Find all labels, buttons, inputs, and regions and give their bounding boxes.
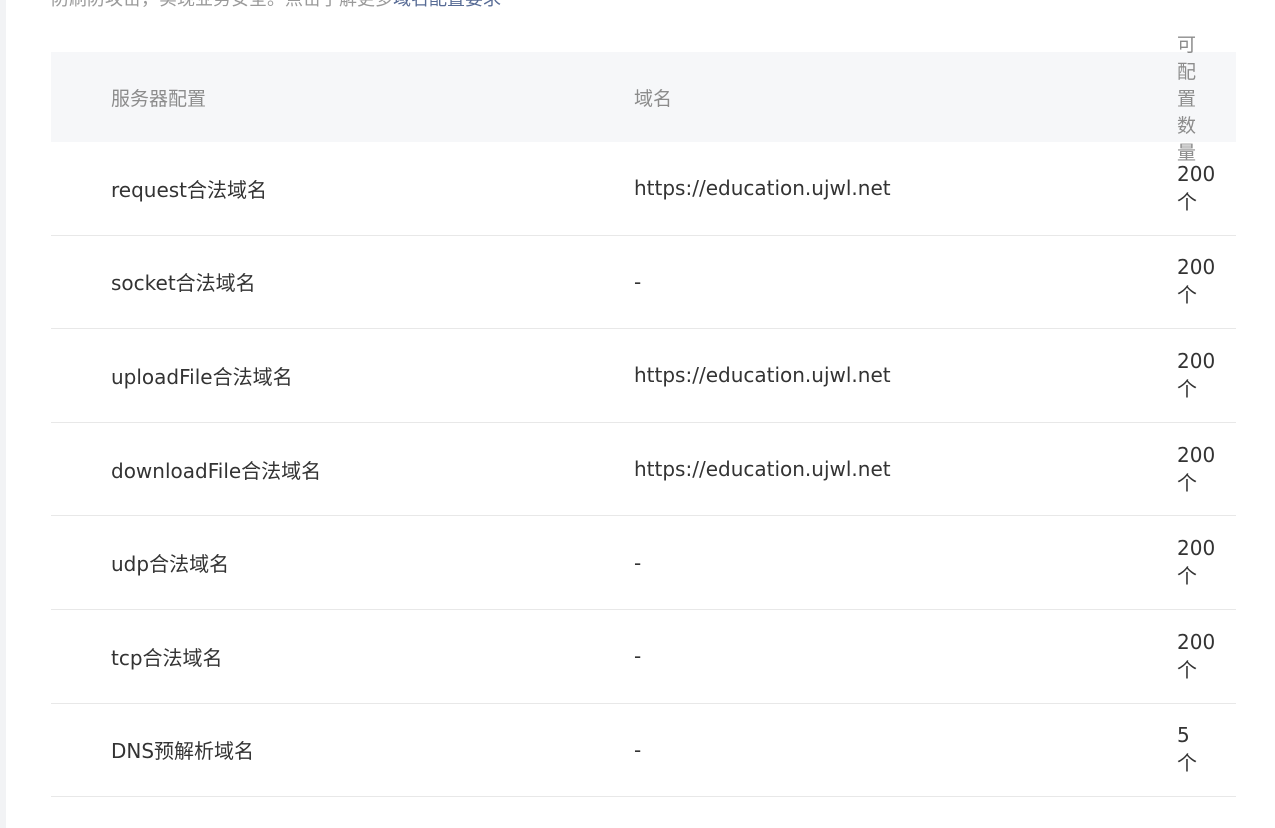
row-config: tcp合法域名 bbox=[111, 645, 223, 670]
header-domain: 域名 bbox=[634, 87, 673, 110]
table-row: socket合法域名 - 200个 bbox=[51, 236, 1236, 330]
row-quota: 200个 bbox=[1177, 536, 1216, 589]
row-domain: - bbox=[634, 737, 642, 762]
row-quota: 200个 bbox=[1177, 442, 1216, 495]
row-config: DNS预解析域名 bbox=[111, 739, 255, 764]
table-row: request合法域名 https://education.ujwl.net 2… bbox=[51, 142, 1236, 236]
header-quota: 可配置数量 bbox=[1177, 33, 1197, 164]
row-quota: 200个 bbox=[1177, 255, 1216, 308]
table-row: downloadFile合法域名 https://education.ujwl.… bbox=[51, 423, 1236, 517]
row-quota: 200个 bbox=[1177, 629, 1216, 682]
row-config: uploadFile合法域名 bbox=[111, 364, 293, 389]
table-row: tcp合法域名 - 200个 bbox=[51, 610, 1236, 704]
domain-requirements-link[interactable]: 域名配置要求 bbox=[393, 0, 501, 10]
row-domain: - bbox=[634, 644, 642, 669]
row-config: downloadFile合法域名 bbox=[111, 458, 322, 483]
row-domain: - bbox=[634, 269, 642, 294]
row-config: udp合法域名 bbox=[111, 552, 230, 577]
server-config-table: 服务器配置 域名 可配置数量 request合法域名 https://educa… bbox=[51, 34, 1236, 798]
table-row: udp合法域名 - 200个 bbox=[51, 516, 1236, 610]
row-domain: https://education.ujwl.net bbox=[634, 457, 891, 482]
table-row: DNS预解析域名 - 5个 bbox=[51, 704, 1236, 798]
table-row: uploadFile合法域名 https://education.ujwl.ne… bbox=[51, 329, 1236, 423]
intro-text: 防刷防攻击，实现业务安全。点击了解更多域名配置要求 bbox=[51, 0, 1231, 12]
server-domain-panel: 防刷防攻击，实现业务安全。点击了解更多域名配置要求 服务器配置 域名 可配置数量… bbox=[6, 0, 1275, 828]
row-quota: 200个 bbox=[1177, 161, 1216, 214]
row-domain: https://education.ujwl.net bbox=[634, 363, 891, 388]
header-config: 服务器配置 bbox=[111, 87, 207, 110]
row-config: socket合法域名 bbox=[111, 271, 256, 296]
row-quota: 5个 bbox=[1177, 723, 1197, 776]
row-domain: - bbox=[634, 550, 642, 575]
intro-description: 防刷防攻击，实现业务安全。点击了解更多 bbox=[51, 0, 393, 10]
table-header: 服务器配置 域名 可配置数量 bbox=[51, 34, 1236, 164]
row-domain: https://education.ujwl.net bbox=[634, 176, 891, 201]
row-config: request合法域名 bbox=[111, 177, 268, 202]
row-quota: 200个 bbox=[1177, 348, 1216, 401]
